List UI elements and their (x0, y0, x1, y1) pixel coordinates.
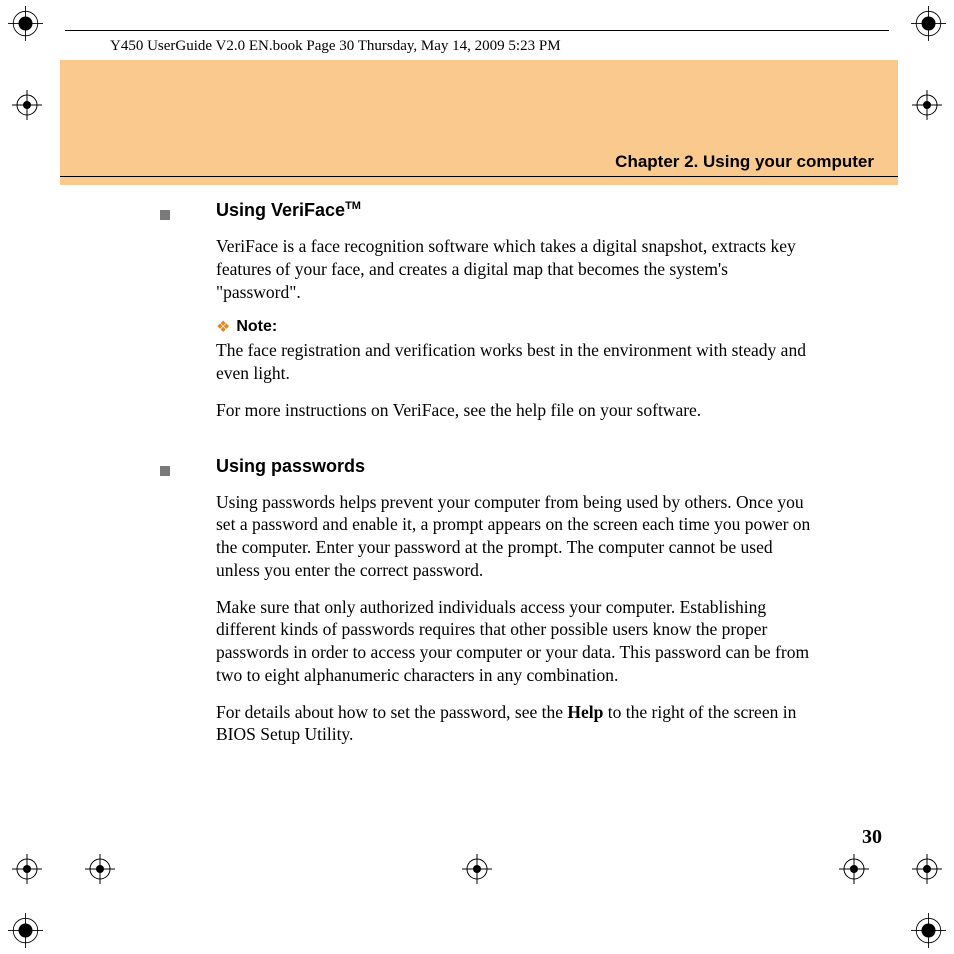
body-paragraph: VeriFace is a face recognition software … (216, 235, 816, 303)
document-header: Y450 UserGuide V2.0 EN.book Page 30 Thur… (110, 38, 561, 55)
crop-mark-icon (8, 913, 43, 948)
note-text: The face registration and verification w… (216, 339, 816, 385)
body-paragraph: For details about how to set the passwor… (216, 701, 816, 747)
note-header: ❖ Note: (216, 317, 860, 337)
crop-mark-icon (911, 6, 946, 41)
note-diamond-icon: ❖ (216, 317, 230, 337)
body-paragraph: Make sure that only authorized individua… (216, 596, 816, 687)
text-fragment: For details about how to set the passwor… (216, 702, 567, 722)
body-paragraph: For more instructions on VeriFace, see t… (216, 399, 816, 422)
page-number: 30 (862, 826, 882, 849)
registration-mark-icon (12, 90, 42, 120)
body-paragraph: Using passwords helps prevent your compu… (216, 491, 816, 582)
section-bullet-icon (160, 210, 170, 220)
registration-mark-icon (12, 854, 42, 884)
help-reference: Help (567, 702, 603, 722)
section-heading-passwords: Using passwords (216, 456, 365, 477)
section-bullet-icon (160, 466, 170, 476)
trademark-symbol: TM (345, 200, 361, 212)
header-divider (65, 30, 889, 31)
heading-text: Using VeriFace (216, 200, 345, 220)
registration-mark-icon (85, 854, 115, 884)
registration-mark-icon (462, 854, 492, 884)
registration-mark-icon (912, 854, 942, 884)
section-heading-veriface: Using VeriFaceTM (216, 200, 361, 221)
note-label: Note: (236, 318, 277, 336)
crop-mark-icon (911, 913, 946, 948)
registration-mark-icon (912, 90, 942, 120)
page-content: Using VeriFaceTM VeriFace is a face reco… (160, 200, 860, 760)
registration-mark-icon (839, 854, 869, 884)
crop-mark-icon (8, 6, 43, 41)
chapter-title: Chapter 2. Using your computer (615, 152, 874, 172)
chapter-underline (60, 176, 898, 177)
